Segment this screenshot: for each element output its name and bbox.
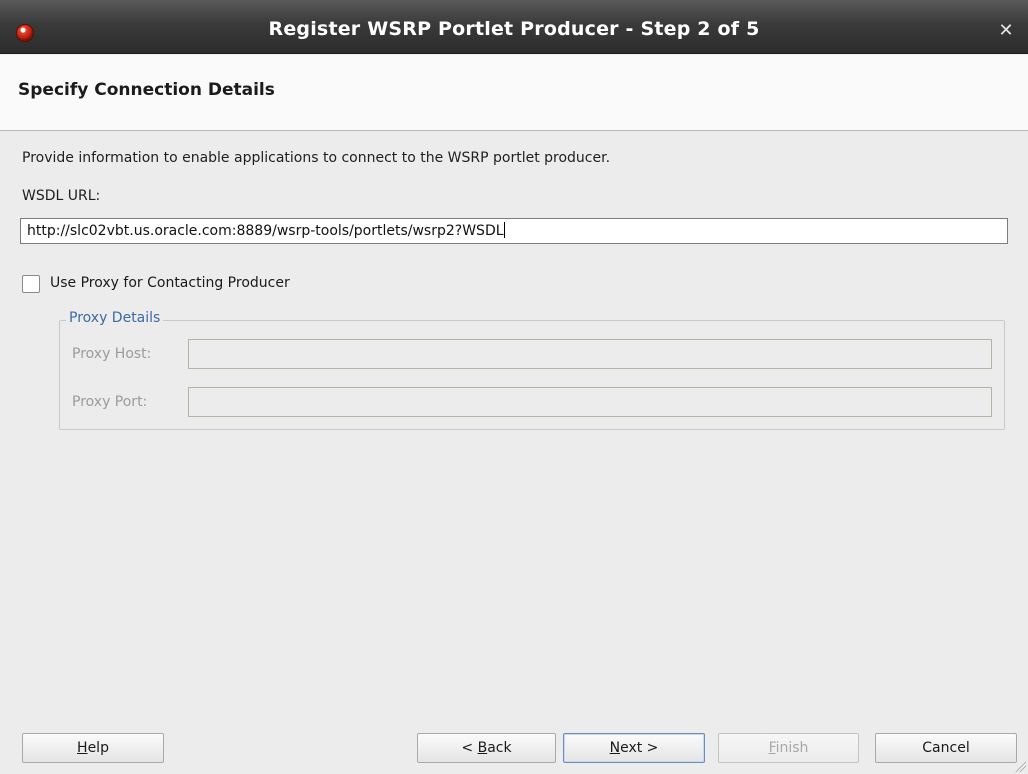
proxy-details-group: Proxy Details Proxy Host: Proxy Port:	[59, 310, 1005, 430]
proxy-host-label: Proxy Host:	[72, 346, 152, 362]
use-proxy-checkbox[interactable]	[22, 275, 40, 293]
wizard-button-bar: Help < Back Next > Finish Cancel	[0, 722, 1028, 774]
description-text: Provide information to enable applicatio…	[22, 150, 611, 166]
back-button[interactable]: < Back	[417, 733, 556, 763]
wizard-content: Provide information to enable applicatio…	[0, 132, 1028, 722]
cancel-button[interactable]: Cancel	[875, 733, 1017, 763]
resize-grip-icon[interactable]	[1014, 760, 1026, 772]
proxy-port-field	[188, 387, 992, 417]
finish-button[interactable]: Finish	[718, 733, 859, 763]
proxy-host-field	[188, 339, 992, 369]
wsdl-url-input[interactable]: http://slc02vbt.us.oracle.com:8889/wsrp-…	[20, 218, 1008, 244]
use-proxy-label[interactable]: Use Proxy for Contacting Producer	[50, 275, 290, 291]
wsdl-url-value: http://slc02vbt.us.oracle.com:8889/wsrp-…	[27, 223, 504, 239]
window-titlebar[interactable]: Register WSRP Portlet Producer - Step 2 …	[0, 0, 1028, 54]
window-title: Register WSRP Portlet Producer - Step 2 …	[268, 18, 760, 40]
text-caret	[503, 222, 505, 238]
wsdl-url-label: WSDL URL:	[22, 188, 101, 204]
proxy-details-legend: Proxy Details	[66, 310, 164, 326]
page-title: Specify Connection Details	[18, 80, 275, 100]
wizard-header: Specify Connection Details	[0, 55, 1028, 131]
next-button[interactable]: Next >	[563, 733, 705, 763]
close-icon[interactable]: ✕	[996, 21, 1016, 41]
help-button[interactable]: Help	[22, 733, 164, 763]
proxy-port-label: Proxy Port:	[72, 394, 148, 410]
